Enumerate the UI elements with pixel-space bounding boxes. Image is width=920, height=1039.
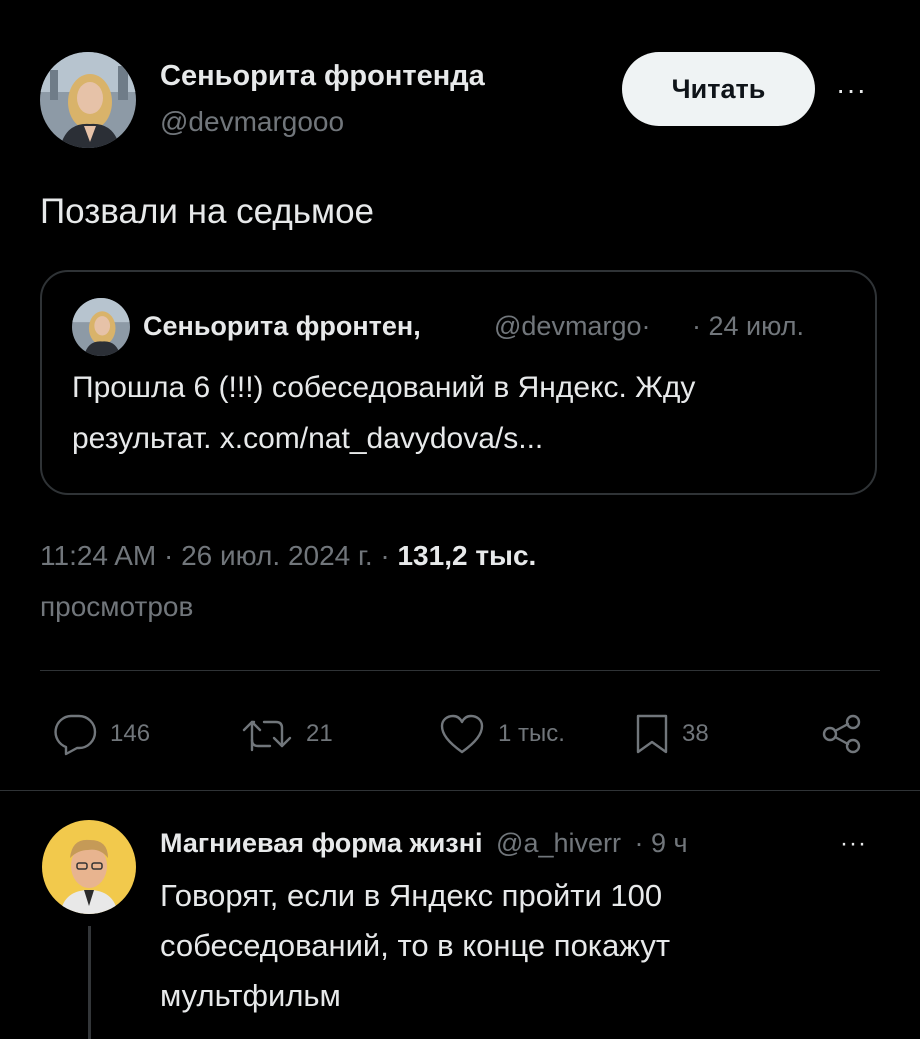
reply-icon [54, 714, 97, 756]
divider [40, 670, 880, 671]
tweet-time[interactable]: 11:24 AM · 26 июл. 2024 г. · [40, 540, 390, 571]
reply-count: 146 [110, 720, 151, 747]
quoted-text-line1: Прошла 6 (!!!) собеседований в Яндекс. Ж… [72, 371, 696, 404]
views-label: просмотров [40, 591, 194, 622]
reply-text-line1: Говорят, если в Яндекс пройти 100 [160, 878, 663, 913]
reply-button[interactable]: 146 [52, 712, 150, 756]
like-count: 1 тыс. [498, 720, 565, 747]
like-button[interactable]: 1 тыс. [438, 712, 565, 756]
reply-thread-line [88, 926, 91, 1039]
reply-author-name[interactable]: Магниевая форма жизні [160, 828, 483, 858]
follow-button[interactable]: Читать [622, 52, 815, 126]
reply-time[interactable]: · 9 ч [635, 828, 688, 858]
more-icon[interactable]: ··· [836, 76, 867, 104]
quoted-author-avatar [72, 298, 130, 356]
bookmark-button[interactable]: 38 [634, 712, 709, 756]
bookmark-count: 38 [682, 720, 709, 747]
author-avatar[interactable] [40, 52, 136, 148]
share-icon [822, 714, 861, 754]
reply-text-line3: мультфильм [160, 978, 341, 1013]
quoted-author-handle: @devmargo· [494, 311, 651, 341]
reply-more-icon[interactable]: ··· [840, 832, 867, 856]
author-handle[interactable]: @devmargooo [160, 106, 344, 138]
author-name[interactable]: Сеньорита фронтенда [160, 60, 485, 93]
bookmark-icon [636, 714, 668, 754]
views-count: 131,2 тыс. [397, 540, 537, 571]
reply-author-avatar[interactable] [42, 820, 136, 914]
reply-author-handle[interactable]: @a_hiverr [496, 828, 621, 858]
reply-header: Магниевая форма жизні @a_hiverr · 9 ч [160, 828, 688, 859]
retweet-button[interactable]: 21 [240, 712, 333, 756]
quoted-date: · 24 июл. [692, 311, 805, 341]
reply-text-line2: собеседований, то в конце покажут [160, 928, 671, 963]
tweet-text: Позвали на седьмое [40, 192, 375, 231]
quoted-author-name: Сеньорита фронтен, [143, 311, 421, 341]
share-button[interactable] [820, 712, 864, 756]
divider [0, 790, 920, 791]
retweet-icon [242, 720, 292, 752]
tweet-meta: 11:24 AM · 26 июл. 2024 г. · 131,2 тыс. [40, 540, 536, 572]
heart-icon [440, 714, 484, 754]
quoted-text-line2: результат. x.com/nat_davydova/s... [72, 422, 544, 455]
retweet-count: 21 [306, 720, 333, 747]
